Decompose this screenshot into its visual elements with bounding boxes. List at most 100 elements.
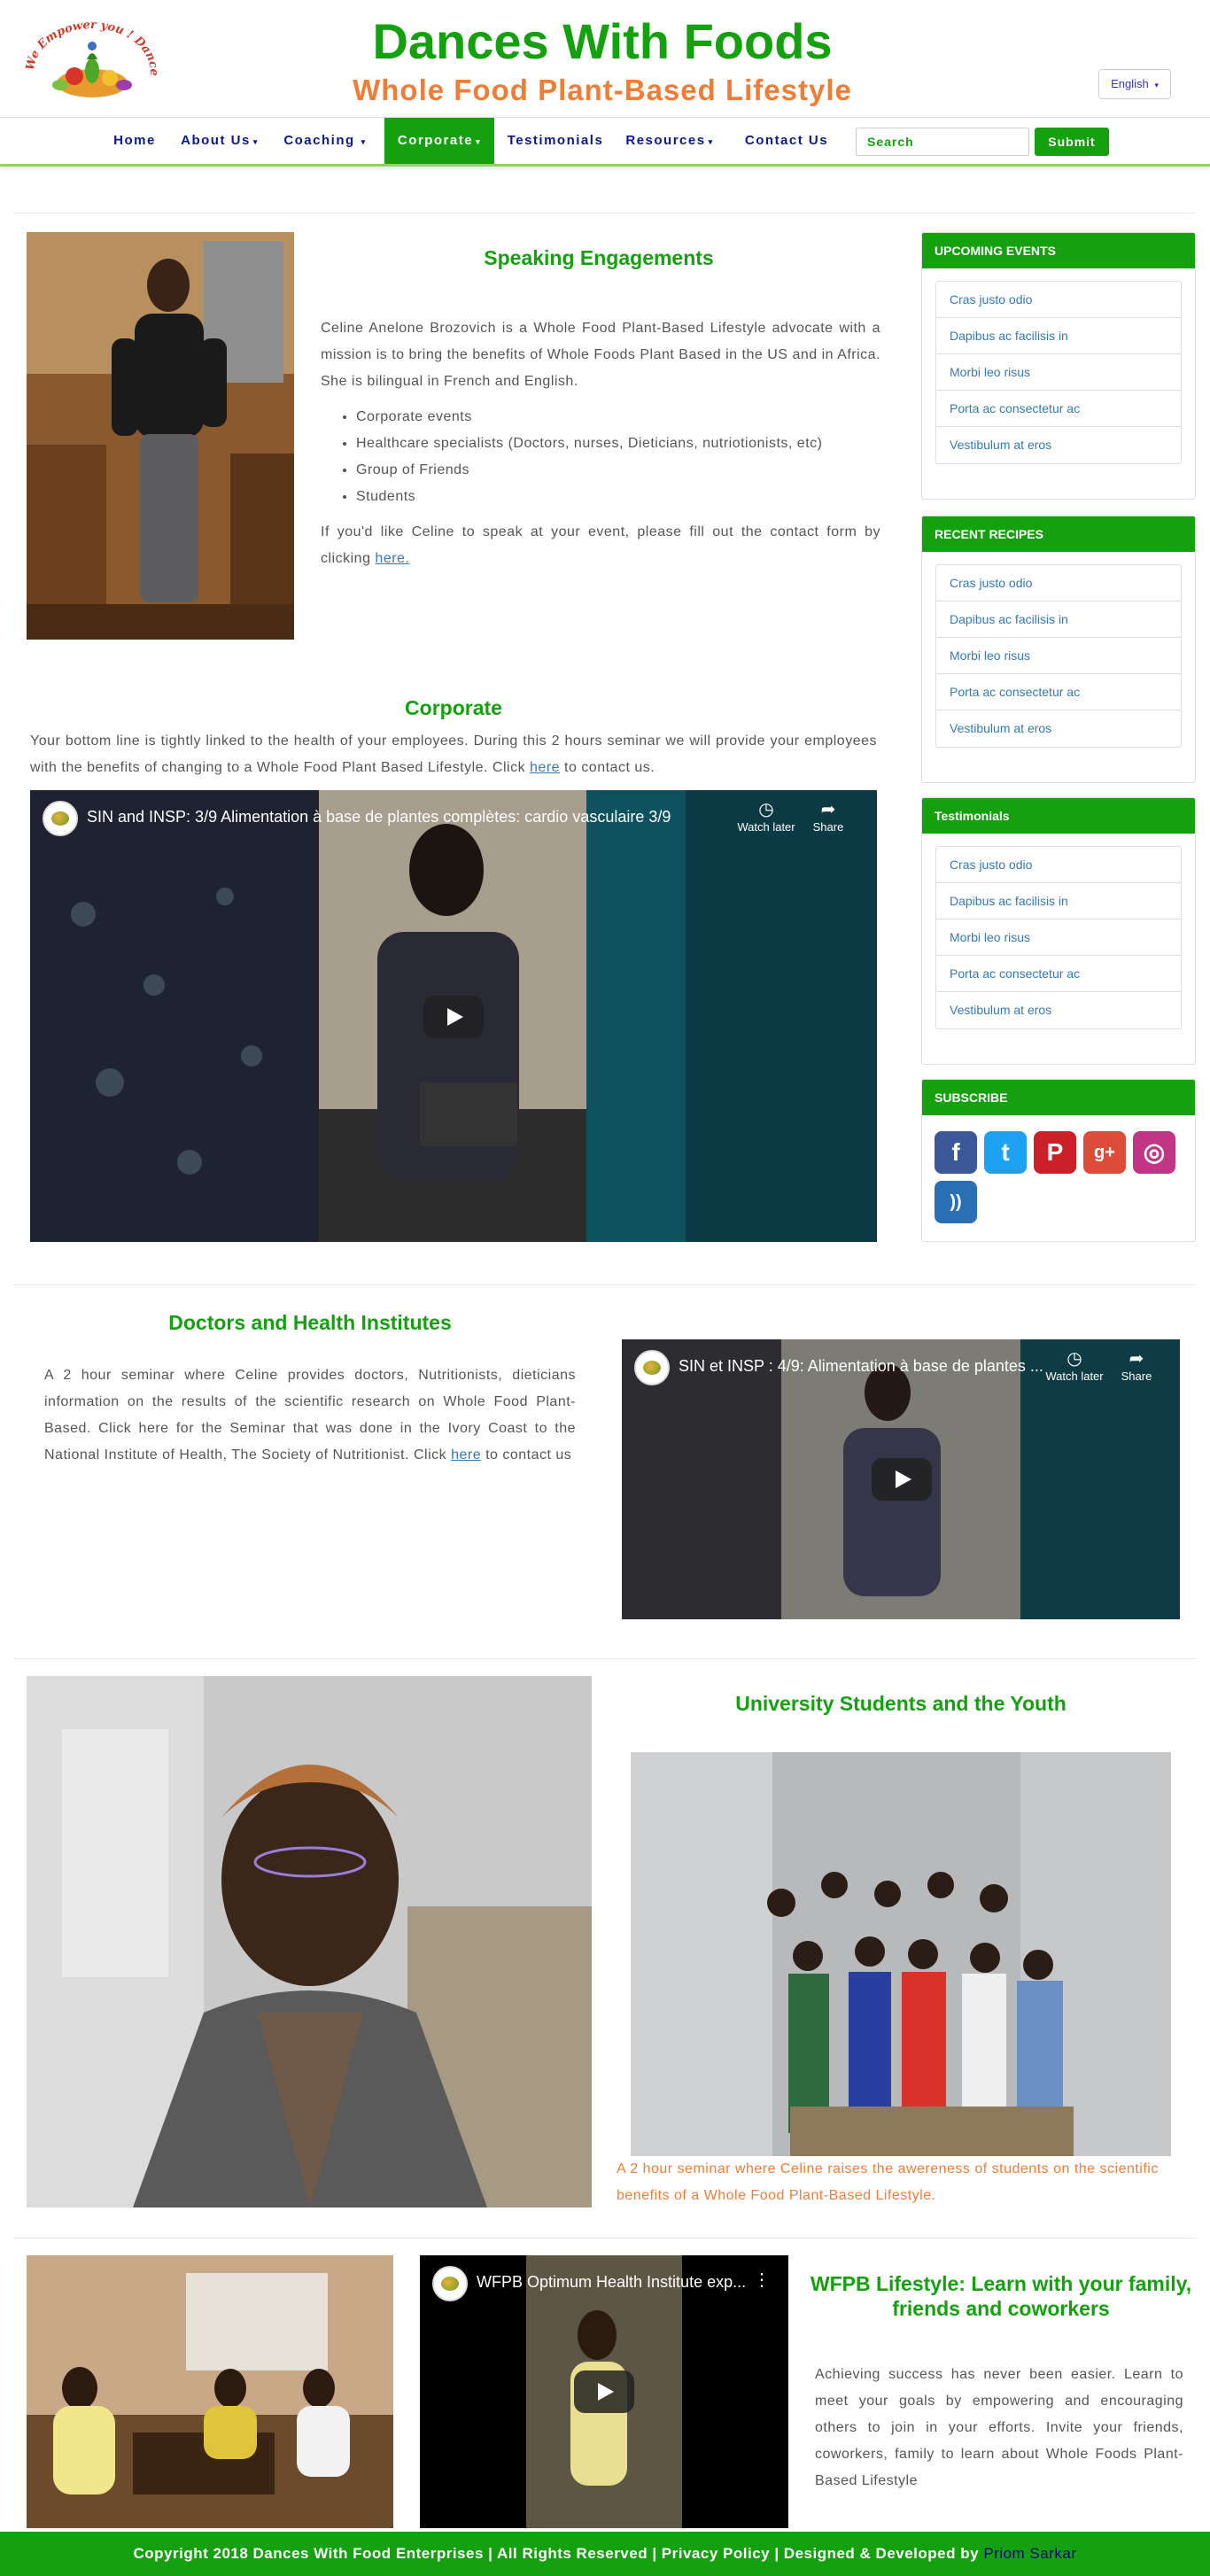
recent-recipes-widget: RECENT RECIPES Cras justo odio Dapibus a…	[921, 516, 1196, 783]
widget-title: Testimonials	[922, 798, 1195, 834]
corporate-title: Corporate	[405, 696, 502, 719]
language-dropdown[interactable]: English ▾	[1098, 69, 1171, 99]
nav-home[interactable]: Home	[103, 118, 167, 164]
site-title: Dances With Foods	[372, 13, 833, 69]
photo-graphic	[631, 1752, 1171, 2156]
list-item: Corporate events	[356, 404, 884, 431]
channel-avatar[interactable]	[432, 2266, 468, 2301]
list-item[interactable]: Dapibus ac facilisis in	[936, 601, 1181, 638]
play-button[interactable]	[872, 1458, 932, 1501]
photo-graphic	[27, 232, 294, 640]
developer-link[interactable]: Priom Sarkar	[983, 2545, 1076, 2562]
doctors-contact-link[interactable]: here	[451, 1447, 481, 1463]
testimonials-widget: Testimonials Cras justo odio Dapibus ac …	[921, 797, 1196, 1065]
list-item[interactable]: Porta ac consectetur ac	[936, 956, 1181, 992]
search-submit-button[interactable]: Submit	[1035, 128, 1109, 156]
video-title[interactable]: SIN et INSP : 4/9: Alimentation à base d…	[679, 1357, 1051, 1376]
nav-corporate[interactable]: Corporate ▾	[384, 118, 494, 164]
events-list: Cras justo odio Dapibus ac facilisis in …	[935, 281, 1182, 464]
facebook-icon[interactable]: f	[935, 1131, 977, 1174]
chevron-down-icon: ▾	[1154, 81, 1159, 89]
search-input[interactable]: Search	[856, 128, 1029, 156]
watch-later-button[interactable]: ◷ Watch later	[735, 799, 797, 834]
twitter-icon[interactable]: t	[984, 1131, 1027, 1174]
more-options-button[interactable]: ⋮	[744, 2270, 780, 2291]
footer: Copyright 2018 Dances With Food Enterpri…	[0, 2532, 1210, 2576]
share-button[interactable]: ➦ Share	[797, 799, 859, 834]
wfpb-title: WFPB Lifestyle: Learn with your family, …	[810, 2272, 1192, 2320]
list-item[interactable]: Vestibulum at eros	[936, 710, 1181, 747]
students-group-photo	[631, 1752, 1171, 2156]
subscribe-widget: SUBSCRIBE f t Pg+ ◎))	[921, 1079, 1196, 1242]
chevron-down-icon: ▾	[476, 137, 482, 146]
channel-avatar[interactable]	[43, 801, 78, 836]
list-item[interactable]: Porta ac consectetur ac	[936, 391, 1181, 427]
list-item: Healthcare specialists (Doctors, nurses,…	[356, 431, 884, 457]
list-item[interactable]: Morbi leo risus	[936, 638, 1181, 674]
list-item[interactable]: Cras justo odio	[936, 282, 1181, 318]
social-icons: f t Pg+ ◎))	[935, 1131, 1183, 1230]
students-title: University Students and the Youth	[735, 1692, 1067, 1715]
list-item[interactable]: Dapibus ac facilisis in	[936, 883, 1181, 919]
widget-title: RECENT RECIPES	[922, 516, 1195, 552]
nav-about-us[interactable]: About Us ▾	[174, 118, 266, 164]
share-icon: ➦	[820, 800, 836, 819]
google-plus-icon[interactable]: g+	[1083, 1131, 1126, 1174]
students-caption: A 2 hour seminar where Celine raises the…	[617, 2161, 1159, 2203]
doctors-video[interactable]: SIN et INSP : 4/9: Alimentation à base d…	[622, 1339, 1180, 1619]
list-item: Students	[356, 484, 884, 510]
widget-title: UPCOMING EVENTS	[922, 233, 1195, 268]
upcoming-events-widget: UPCOMING EVENTS Cras justo odio Dapibus …	[921, 232, 1196, 500]
list-item: Group of Friends	[356, 457, 884, 484]
chevron-down-icon: ▾	[357, 137, 367, 146]
list-item[interactable]: Cras justo odio	[936, 565, 1181, 601]
list-item[interactable]: Dapibus ac facilisis in	[936, 318, 1181, 354]
main-navbar: Home About Us ▾ Coaching ▾ Corporate ▾ Tes…	[0, 117, 1210, 167]
list-item[interactable]: Cras justo odio	[936, 847, 1181, 883]
instagram-icon[interactable]: ◎	[1133, 1131, 1175, 1174]
video-title[interactable]: WFPB Optimum Health Institute exp...	[477, 2273, 751, 2292]
photo-graphic	[27, 1676, 592, 2207]
celine-portrait-photo	[27, 1676, 592, 2207]
logo-graphic: We Empower you ! Dance With Foods	[19, 10, 160, 97]
divider	[14, 1284, 1196, 1285]
corporate-video[interactable]: SIN and INSP: 3/9 Alimentation à base de…	[30, 790, 877, 1242]
site-logo[interactable]: We Empower you ! Dance With Foods	[19, 10, 160, 108]
photo-graphic	[27, 2255, 393, 2528]
divider	[14, 1658, 1196, 1659]
chevron-down-icon: ▾	[252, 137, 259, 146]
speaking-contact-link[interactable]: here.	[375, 551, 409, 566]
speaking-intro: Celine Anelone Brozovich is a Whole Food…	[321, 321, 880, 389]
testimonials-list: Cras justo odio Dapibus ac facilisis in …	[935, 846, 1182, 1029]
speaking-list: Corporate events Healthcare specialists …	[335, 404, 884, 510]
more-vertical-icon: ⋮	[753, 2270, 771, 2290]
nav-contact-us[interactable]: Contact Us	[733, 118, 840, 164]
list-item[interactable]: Morbi leo risus	[936, 919, 1181, 956]
clock-icon: ◷	[1067, 1349, 1082, 1369]
wfpb-video[interactable]: WFPB Optimum Health Institute exp... ⋮	[420, 2255, 788, 2528]
play-button[interactable]	[574, 2370, 634, 2413]
recipes-list: Cras justo odio Dapibus ac facilisis in …	[935, 564, 1182, 748]
family-gathering-photo	[27, 2255, 393, 2528]
share-button[interactable]: ➦ Share	[1105, 1348, 1167, 1383]
wfpb-text: Achieving success has never been easier.…	[815, 2367, 1183, 2488]
doctors-text: A 2 hour seminar where Celine provides d…	[44, 1368, 576, 1463]
rss-icon[interactable]: ))	[935, 1181, 977, 1223]
watch-later-button[interactable]: ◷ Watch later	[1043, 1348, 1105, 1383]
video-title[interactable]: SIN and INSP: 3/9 Alimentation à base de…	[87, 808, 742, 826]
list-item[interactable]: Porta ac consectetur ac	[936, 674, 1181, 710]
pinterest-icon[interactable]: P	[1034, 1131, 1076, 1174]
channel-avatar[interactable]	[634, 1350, 670, 1385]
play-button[interactable]	[423, 996, 484, 1038]
list-item[interactable]: Morbi leo risus	[936, 354, 1181, 391]
widget-title: SUBSCRIBE	[922, 1080, 1195, 1115]
list-item[interactable]: Vestibulum at eros	[936, 992, 1181, 1028]
clock-icon: ◷	[758, 800, 774, 819]
nav-testimonials[interactable]: Testimonials	[500, 118, 611, 164]
share-icon: ➦	[1129, 1349, 1144, 1369]
nav-coaching[interactable]: Coaching ▾	[276, 118, 374, 164]
nav-resources[interactable]: Resources ▾	[620, 118, 719, 164]
speaking-outro: If you'd like Celine to speak at your ev…	[321, 524, 880, 566]
list-item[interactable]: Vestibulum at eros	[936, 427, 1181, 463]
corporate-contact-link[interactable]: here	[530, 760, 560, 775]
